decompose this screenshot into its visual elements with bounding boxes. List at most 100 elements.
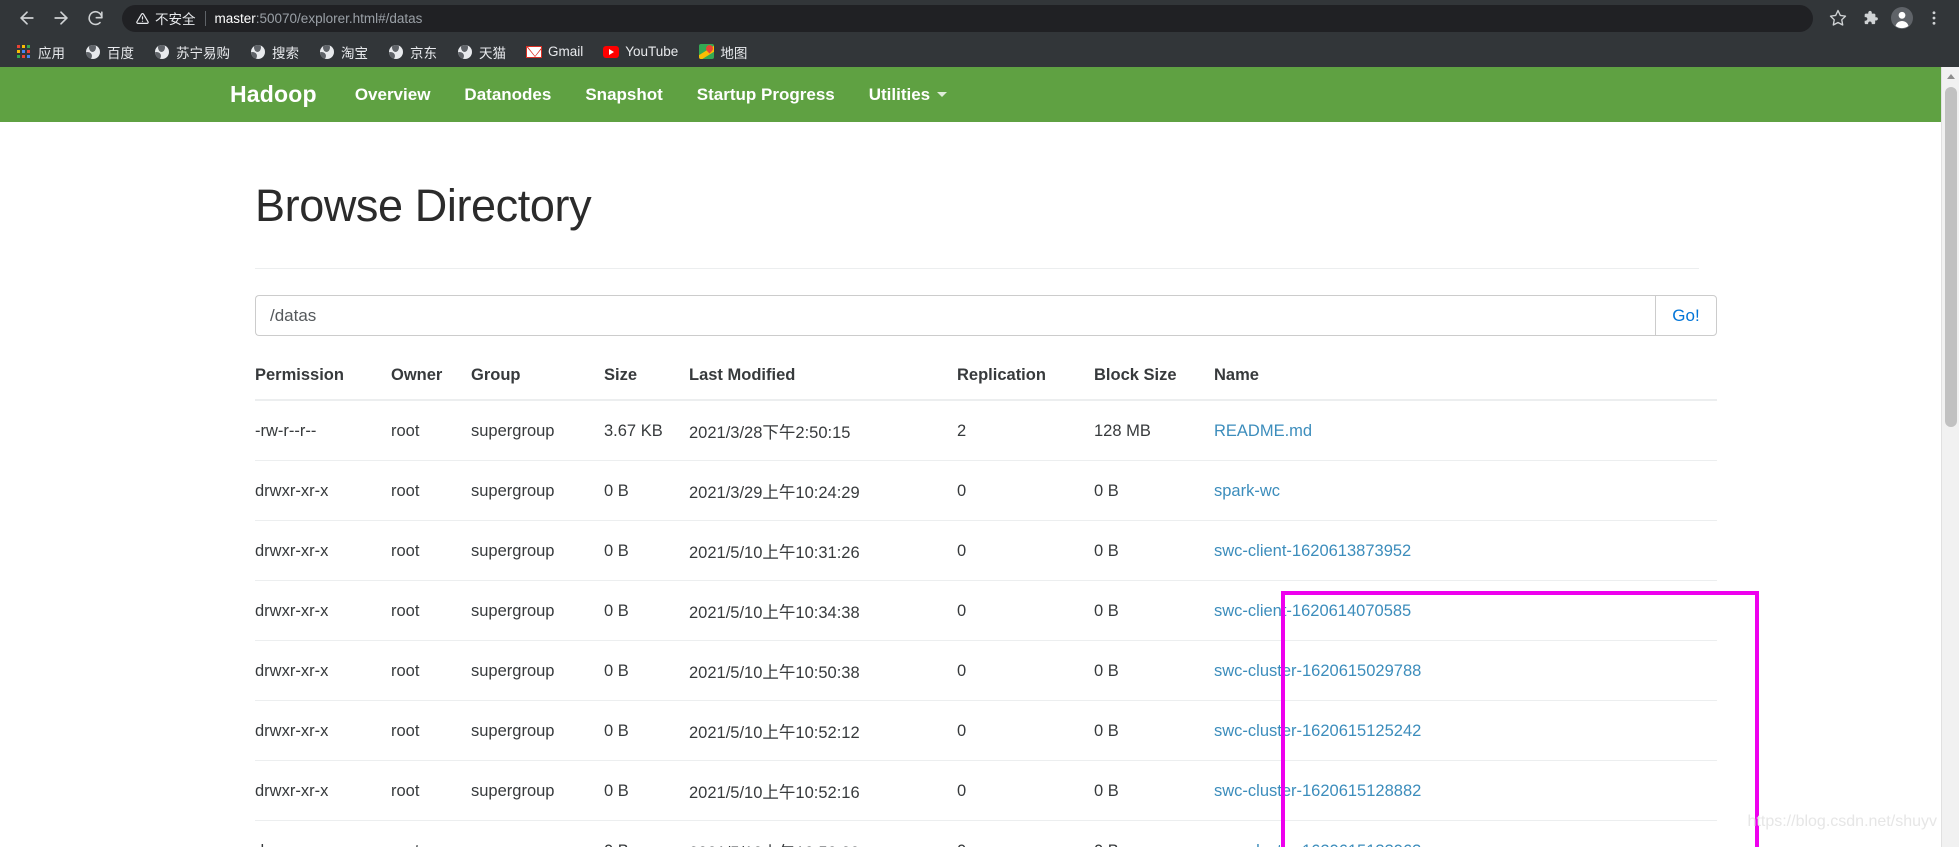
cell-owner: root <box>391 760 471 821</box>
bookmark-maps[interactable]: 地图 <box>690 40 755 64</box>
file-link[interactable]: swc-cluster-1620615133963 <box>1214 842 1421 847</box>
bookmark-search[interactable]: 搜索 <box>242 40 307 64</box>
cell-name: swc-client-1620613873952 <box>1214 520 1717 581</box>
bookmark-label: 天猫 <box>479 45 506 61</box>
bookmark-youtube[interactable]: YouTube <box>595 40 686 64</box>
cell-permission: drwxr-xr-x <box>255 640 391 701</box>
file-link[interactable]: swc-cluster-1620615128882 <box>1214 782 1421 800</box>
cell-block-size: 0 B <box>1094 580 1214 641</box>
url-path: :50070/explorer.html#/datas <box>255 10 423 26</box>
scrollbar-thumb[interactable] <box>1945 87 1957 427</box>
nav-link-overview[interactable]: Overview <box>355 85 431 105</box>
cell-block-size: 0 B <box>1094 760 1214 821</box>
bookmark-tmall[interactable]: 天猫 <box>449 40 514 64</box>
cell-block-size: 0 B <box>1094 820 1214 847</box>
cell-owner: root <box>391 820 471 847</box>
bookmark-suning[interactable]: 苏宁易购 <box>146 40 238 64</box>
cell-group: supergroup <box>471 820 604 847</box>
cell-permission: drwxr-xr-x <box>255 700 391 761</box>
scroll-up-arrow-icon[interactable] <box>1942 67 1959 85</box>
path-input[interactable] <box>255 295 1655 336</box>
cell-last-modified: 2021/5/10上午10:31:26 <box>689 520 957 581</box>
three-dot-menu-icon[interactable] <box>1919 3 1949 33</box>
cell-owner: root <box>391 580 471 641</box>
url-host: master <box>214 10 256 26</box>
cell-permission: -rw-r--r-- <box>255 400 391 461</box>
bookmarks-bar: 应用 百度 苏宁易购 搜索 淘宝 京东 天猫 Gmail YouTube 地图 <box>0 36 1959 67</box>
cell-size: 3.67 KB <box>604 400 689 461</box>
bookmark-label: 苏宁易购 <box>176 45 230 61</box>
cell-replication: 0 <box>957 700 1094 761</box>
bookmark-label: 百度 <box>107 45 134 61</box>
cell-replication: 0 <box>957 820 1094 847</box>
cell-block-size: 128 MB <box>1094 400 1214 461</box>
chevron-down-icon <box>937 92 948 97</box>
cell-last-modified: 2021/5/10上午10:50:38 <box>689 640 957 701</box>
google-maps-icon <box>698 44 714 60</box>
cell-name: swc-cluster-1620615133963 <box>1214 820 1717 847</box>
bookmark-label: 搜索 <box>272 45 299 61</box>
page-scrollbar[interactable] <box>1941 67 1959 847</box>
address-bar[interactable]: 不安全 master:50070/explorer.html#/datas <box>122 4 1813 32</box>
file-link[interactable]: swc-client-1620614070585 <box>1214 602 1411 620</box>
bookmark-baidu[interactable]: 百度 <box>77 40 142 64</box>
cell-size: 0 B <box>604 520 689 581</box>
globe-icon <box>319 44 335 60</box>
cell-group: supergroup <box>471 760 604 821</box>
cell-owner: root <box>391 640 471 701</box>
cell-block-size: 0 B <box>1094 700 1214 761</box>
table-header-row: Permission Owner Group Size Last Modifie… <box>255 366 1717 401</box>
back-arrow-icon[interactable] <box>10 1 44 35</box>
bookmark-label: YouTube <box>625 44 679 59</box>
bookmark-jd[interactable]: 京东 <box>380 40 445 64</box>
cell-last-modified: 2021/3/28下午2:50:15 <box>689 400 957 461</box>
cell-name: README.md <box>1214 400 1717 461</box>
cell-permission: drwxr-xr-x <box>255 820 391 847</box>
bookmark-apps[interactable]: 应用 <box>8 40 73 64</box>
profile-avatar-icon[interactable] <box>1887 3 1917 33</box>
file-link[interactable]: README.md <box>1214 422 1312 440</box>
file-link[interactable]: spark-wc <box>1214 482 1280 500</box>
column-header-last-modified: Last Modified <box>689 366 957 401</box>
globe-icon <box>388 44 404 60</box>
nav-link-datanodes[interactable]: Datanodes <box>464 85 551 105</box>
nav-link-utilities[interactable]: Utilities <box>868 84 948 105</box>
cell-last-modified: 2021/5/10上午10:52:12 <box>689 700 957 761</box>
puzzle-piece-icon[interactable] <box>1855 3 1885 33</box>
bookmark-star-icon[interactable] <box>1823 3 1853 33</box>
go-button[interactable]: Go! <box>1655 295 1717 336</box>
path-search-group: Go! <box>255 295 1717 336</box>
cell-name: swc-client-1620614070585 <box>1214 580 1717 641</box>
cell-owner: root <box>391 520 471 581</box>
table-row: drwxr-xr-x root supergroup 0 B 2021/5/10… <box>255 640 1717 701</box>
file-link[interactable]: swc-cluster-1620615029788 <box>1214 662 1421 680</box>
bookmark-taobao[interactable]: 淘宝 <box>311 40 376 64</box>
watermark-text: https://blog.csdn.net/shuyv <box>1747 813 1937 830</box>
cell-owner: root <box>391 400 471 461</box>
cell-replication: 0 <box>957 760 1094 821</box>
apps-grid-icon <box>16 44 32 60</box>
table-row: drwxr-xr-x root supergroup 0 B 2021/5/10… <box>255 580 1717 641</box>
hadoop-navbar: Hadoop Overview Datanodes Snapshot Start… <box>0 67 1941 122</box>
globe-icon <box>457 44 473 60</box>
nav-link-snapshot[interactable]: Snapshot <box>585 85 662 105</box>
bookmark-gmail[interactable]: Gmail <box>518 40 591 64</box>
table-row: -rw-r--r-- root supergroup 3.67 KB 2021/… <box>255 400 1717 461</box>
table-row: drwxr-xr-x root supergroup 0 B 2021/5/10… <box>255 820 1717 847</box>
cell-last-modified: 2021/3/29上午10:24:29 <box>689 460 957 521</box>
globe-icon <box>154 44 170 60</box>
column-header-size: Size <box>604 366 689 401</box>
youtube-icon <box>603 44 620 60</box>
cell-owner: root <box>391 700 471 761</box>
reload-icon[interactable] <box>78 1 112 35</box>
nav-link-utilities-label: Utilities <box>868 84 931 104</box>
title-divider <box>255 268 1699 269</box>
nav-link-startup-progress[interactable]: Startup Progress <box>697 85 835 105</box>
brand-hadoop[interactable]: Hadoop <box>230 81 317 108</box>
cell-block-size: 0 B <box>1094 460 1214 521</box>
file-link[interactable]: swc-client-1620613873952 <box>1214 542 1411 560</box>
cell-last-modified: 2021/5/10上午10:52:29 <box>689 820 957 847</box>
forward-arrow-icon[interactable] <box>44 1 78 35</box>
warning-triangle-icon <box>136 12 149 25</box>
file-link[interactable]: swc-cluster-1620615125242 <box>1214 722 1421 740</box>
